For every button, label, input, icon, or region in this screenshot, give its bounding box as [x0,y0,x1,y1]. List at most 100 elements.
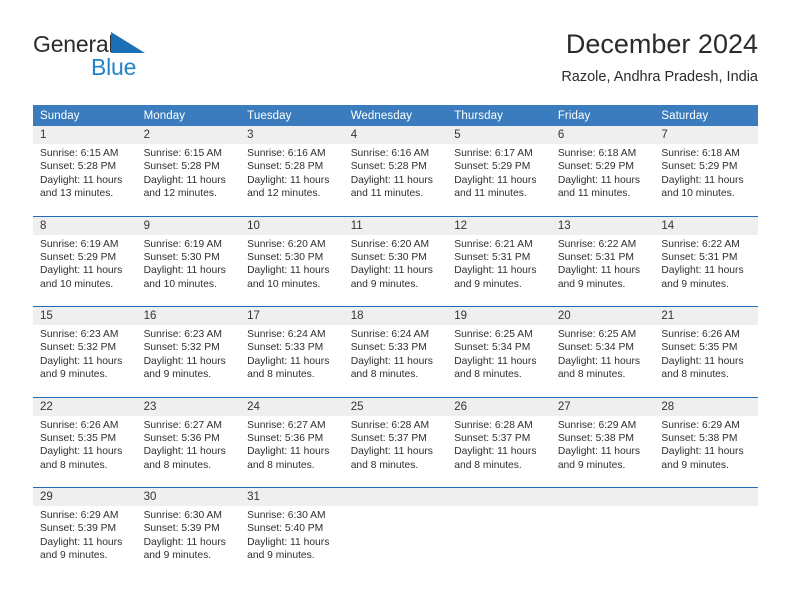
day-cell[interactable]: 25 Sunrise: 6:28 AM Sunset: 5:37 PM Dayligh… [343,397,448,477]
day-cell[interactable]: 13 Sunrise: 6:22 AM Sunset: 5:31 PM Dayligh… [550,216,655,296]
day-details: Sunrise: 6:22 AM Sunset: 5:31 PM Daylight:… [654,235,758,292]
day-cell[interactable]: 16 Sunrise: 6:23 AM Sunset: 5:32 PM Dayligh… [136,307,241,386]
daylight-text-line1: Daylight: 11 hours [247,355,330,367]
triangle-icon [111,32,146,53]
daylight-text-line2: and 11 minutes. [557,188,631,200]
day-number [550,488,655,506]
day-cell[interactable]: 7 Sunrise: 6:18 AM Sunset: 5:29 PM Daylight… [654,126,758,205]
day-cell[interactable]: 11 Sunrise: 6:20 AM Sunset: 5:30 PM Dayligh… [343,216,448,296]
daylight-text-line1: Daylight: 11 hours [247,446,330,458]
day-cell[interactable]: 17 Sunrise: 6:24 AM Sunset: 5:33 PM Dayligh… [240,307,344,386]
day-cell[interactable]: 24 Sunrise: 6:27 AM Sunset: 5:36 PM Dayligh… [240,397,344,477]
day-number: 31 [240,488,344,506]
sunrise-text: Sunrise: 6:26 AM [40,419,119,431]
day-cell[interactable]: 28 Sunrise: 6:29 AM Sunset: 5:38 PM Dayligh… [654,397,758,477]
daylight-text-line2: and 8 minutes. [454,369,522,381]
day-cell[interactable]: 31 Sunrise: 6:30 AM Sunset: 5:40 PM Dayligh… [240,488,344,567]
sunset-text: Sunset: 5:37 PM [454,432,531,444]
day-details: Sunrise: 6:28 AM Sunset: 5:37 PM Daylight:… [447,416,551,473]
day-number: 24 [240,397,344,416]
day-cell[interactable]: 9 Sunrise: 6:19 AM Sunset: 5:30 PM Daylight… [136,216,241,296]
day-details: Sunrise: 6:24 AM Sunset: 5:33 PM Daylight:… [344,325,448,382]
daylight-text-line2: and 9 minutes. [661,459,729,471]
day-cell[interactable]: 21 Sunrise: 6:26 AM Sunset: 5:35 PM Dayligh… [654,307,758,386]
weekday-header-friday: Friday [550,105,655,126]
daylight-text-line1: Daylight: 11 hours [454,265,537,277]
day-cell[interactable]: 22 Sunrise: 6:26 AM Sunset: 5:35 PM Dayligh… [33,397,137,477]
generalblue-logo[interactable]: General Blue [33,31,233,87]
daylight-text-line1: Daylight: 11 hours [40,174,123,186]
sunrise-text: Sunrise: 6:22 AM [661,238,740,250]
day-cell-container: 10 Sunrise: 6:20 AM Sunset: 5:30 PM Dayligh… [240,215,344,296]
calendar-table: Sunday Monday Tuesday Wednesday Thursday… [33,105,758,567]
day-cell[interactable]: 19 Sunrise: 6:25 AM Sunset: 5:34 PM Dayligh… [447,307,551,386]
day-cell[interactable]: 27 Sunrise: 6:29 AM Sunset: 5:38 PM Dayligh… [550,397,655,477]
daylight-text-line1: Daylight: 11 hours [143,355,226,367]
day-cell-container: 29 Sunrise: 6:29 AM Sunset: 5:39 PM Dayligh… [33,487,137,567]
daylight-text-line2: and 9 minutes. [557,459,626,471]
day-cell[interactable]: 2 Sunrise: 6:15 AM Sunset: 5:28 PM Daylight… [136,126,241,205]
daylight-text-line1: Daylight: 11 hours [557,174,641,186]
day-number: 2 [136,126,241,144]
sunrise-text: Sunrise: 6:23 AM [143,329,222,340]
sunset-text: Sunset: 5:31 PM [661,251,738,263]
daylight-text-line1: Daylight: 11 hours [454,446,537,458]
day-number: 4 [343,126,448,144]
day-cell[interactable]: 15 Sunrise: 6:23 AM Sunset: 5:32 PM Dayligh… [33,307,137,386]
day-cell[interactable]: 30 Sunrise: 6:30 AM Sunset: 5:39 PM Dayligh… [136,488,241,567]
sunset-text: Sunset: 5:38 PM [661,432,738,444]
sunrise-text: Sunrise: 6:25 AM [557,329,637,340]
day-cell-container: 22 Sunrise: 6:26 AM Sunset: 5:35 PM Dayligh… [33,396,137,477]
day-cell-container: 2 Sunrise: 6:15 AM Sunset: 5:28 PM Daylight… [136,126,241,205]
daylight-text-line1: Daylight: 11 hours [350,355,433,367]
day-cell[interactable]: 8 Sunrise: 6:19 AM Sunset: 5:29 PM Daylight… [33,216,137,296]
day-cell[interactable]: 3 Sunrise: 6:16 AM Sunset: 5:28 PM Daylight… [240,126,344,205]
day-cell[interactable]: 4 Sunrise: 6:16 AM Sunset: 5:28 PM Daylight… [343,126,448,205]
sunset-text: Sunset: 5:38 PM [557,432,634,444]
week-row-gap [33,205,758,216]
day-cell[interactable]: 6 Sunrise: 6:18 AM Sunset: 5:29 PM Daylight… [550,126,655,205]
day-cell-container: 1 Sunrise: 6:15 AM Sunset: 5:28 PM Daylight… [33,126,137,205]
week-row: 15 Sunrise: 6:23 AM Sunset: 5:32 PM Dayligh… [33,306,758,386]
day-number: 17 [240,307,344,325]
day-cell[interactable]: 29 Sunrise: 6:29 AM Sunset: 5:39 PM Dayligh… [33,488,137,567]
day-cell-container: 30 Sunrise: 6:30 AM Sunset: 5:39 PM Dayligh… [136,487,241,567]
daylight-text-line2: and 8 minutes. [350,369,419,381]
sunset-text: Sunset: 5:30 PM [247,251,324,263]
daylight-text-line2: and 9 minutes. [350,278,419,290]
day-cell[interactable]: 20 Sunrise: 6:25 AM Sunset: 5:34 PM Dayligh… [550,307,655,386]
day-cell-container: 7 Sunrise: 6:18 AM Sunset: 5:29 PM Daylight… [654,126,758,205]
daylight-text-line2: and 13 minutes. [40,188,114,200]
day-details: Sunrise: 6:15 AM Sunset: 5:28 PM Daylight:… [137,144,241,201]
sunrise-text: Sunrise: 6:28 AM [454,419,533,431]
daylight-text-line2: and 9 minutes. [454,278,522,290]
week-row: 8 Sunrise: 6:19 AM Sunset: 5:29 PM Daylight… [33,215,758,296]
day-cell[interactable]: 10 Sunrise: 6:20 AM Sunset: 5:30 PM Dayligh… [240,216,344,296]
sunrise-text: Sunrise: 6:28 AM [350,419,430,431]
daylight-text-line2: and 8 minutes. [247,369,315,381]
day-cell[interactable]: 5 Sunrise: 6:17 AM Sunset: 5:29 PM Daylight… [447,126,551,205]
daylight-text-line2: and 11 minutes. [454,188,527,200]
day-number: 13 [550,216,655,235]
day-cell[interactable]: 18 Sunrise: 6:24 AM Sunset: 5:33 PM Dayligh… [343,307,448,386]
daylight-text-line2: and 8 minutes. [661,369,729,381]
day-cell-container: 31 Sunrise: 6:30 AM Sunset: 5:40 PM Dayligh… [240,487,344,567]
daylight-text-line2: and 9 minutes. [661,278,729,290]
day-cell[interactable]: 12 Sunrise: 6:21 AM Sunset: 5:31 PM Dayligh… [447,216,551,296]
day-cell-container: 18 Sunrise: 6:24 AM Sunset: 5:33 PM Dayligh… [343,306,448,386]
sunset-text: Sunset: 5:28 PM [143,161,220,173]
day-number: 3 [240,126,344,144]
day-cell[interactable]: 1 Sunrise: 6:15 AM Sunset: 5:28 PM Daylight… [33,126,137,205]
day-number: 30 [136,488,241,506]
day-cell[interactable]: 26 Sunrise: 6:28 AM Sunset: 5:37 PM Dayligh… [447,397,551,477]
week-row-gap-cell [33,205,758,216]
day-details: Sunrise: 6:28 AM Sunset: 5:37 PM Daylight:… [344,416,448,473]
sunset-text: Sunset: 5:35 PM [40,432,117,444]
daylight-text-line1: Daylight: 11 hours [350,446,433,458]
day-cell[interactable]: 23 Sunrise: 6:27 AM Sunset: 5:36 PM Dayligh… [136,397,241,477]
day-cell[interactable]: 14 Sunrise: 6:22 AM Sunset: 5:31 PM Dayligh… [654,216,758,296]
day-cell-container: 12 Sunrise: 6:21 AM Sunset: 5:31 PM Dayligh… [447,215,551,296]
daylight-text-line2: and 12 minutes. [143,188,217,200]
day-cell-container: 26 Sunrise: 6:28 AM Sunset: 5:37 PM Dayligh… [447,396,551,477]
daylight-text-line2: and 10 minutes. [143,278,217,290]
